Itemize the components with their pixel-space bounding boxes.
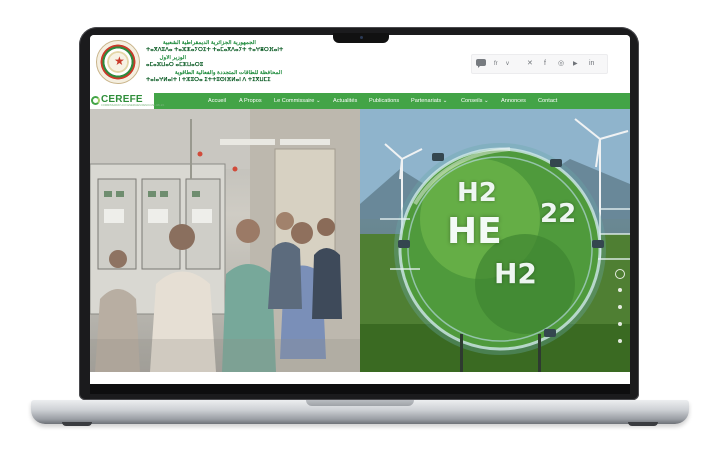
government-title: الجمهورية الجزائرية الديمقراطية الشعبية … — [146, 40, 336, 84]
gov-line: ⵜⴰⵏⴰⵖⵍⴰⵏⵜ ⵏ ⵜⵣⵓⵔⴰ ⵉⵜⵜⵓⵙⵏⴼⵍⴰⵏ ⴷ ⵜⵉⴳⵡⵎⵉ — [146, 77, 271, 84]
cerefe-logo[interactable]: CEREFE COMMISSARIAT AUX ENERGIES RENOUVE… — [90, 93, 164, 109]
language-selector[interactable]: fr — [494, 59, 498, 69]
nav-item-accueil[interactable]: Accueil — [208, 97, 226, 105]
nav-item-actualites[interactable]: Actualités — [333, 97, 357, 105]
facility-visit-illustration — [90, 109, 360, 372]
h2-bottom-label: H2 — [494, 257, 537, 290]
laptop-screen: ★ الجمهورية الجزائرية الديمقراطية الشعبي… — [90, 35, 630, 384]
laptop-foot — [62, 422, 92, 426]
nav-item-a-propos[interactable]: A Propos — [239, 97, 262, 105]
nav-item-conseils[interactable]: Conseils ⌄ — [461, 97, 489, 105]
logo-ring-icon — [91, 96, 100, 105]
gov-line: ⵜⴰⴳⴷⵓⴷⴰ ⵜⴰⵣⵣⴰⵢⵔⵉⵜ ⵜⴰⵎⴰⴳⴷⴰⵢⵜ ⵜⴰⵖⴻⵔⴼⴰⵏⵜ — [146, 47, 284, 54]
gov-line: ⴰⵎⴰⵣⵡⴰⵔ ⴰⵎⵣⵡⴰⵔⵓ — [146, 62, 204, 69]
laptop-foot — [628, 422, 658, 426]
facebook-icon[interactable]: f — [544, 59, 546, 69]
logo-subtitle: COMMISSARIAT AUX ENERGIES RENOUVELABLES — [101, 104, 165, 107]
camera-notch — [333, 33, 389, 43]
slider-dot[interactable] — [618, 322, 622, 326]
h2-top-label: H2 — [457, 178, 497, 208]
site-header: ★ الجمهورية الجزائرية الديمقراطية الشعبي… — [90, 35, 630, 93]
nav-item-publications[interactable]: Publications — [369, 97, 399, 105]
algeria-emblem-logo[interactable]: ★ — [96, 40, 140, 84]
gov-line: المحافظة للطاقات المتجددة والفعالية الطا… — [174, 69, 282, 76]
youtube-icon[interactable]: ▶ — [573, 59, 578, 69]
product-mockup: ★ الجمهورية الجزائرية الديمقراطية الشعبي… — [0, 0, 720, 455]
camera-icon — [360, 36, 363, 39]
h2-badge-label: 22 — [540, 199, 577, 229]
he-label: HE — [447, 211, 502, 252]
chevron-down-icon[interactable]: v — [506, 59, 509, 69]
nav-item-annonces[interactable]: Annonces — [501, 97, 526, 105]
gov-line: الجمهورية الجزائرية الديمقراطية الشعبية — [162, 40, 256, 46]
instagram-icon[interactable]: ◎ — [558, 59, 564, 69]
hero-photo-visit — [90, 109, 360, 372]
nav-item-contact[interactable]: Contact — [538, 97, 557, 105]
slider-dots — [615, 269, 625, 359]
slider-dot[interactable] — [615, 269, 625, 279]
gov-line: الوزير الأول — [159, 54, 186, 61]
nav-item-partenariats[interactable]: Partenariats ⌄ — [411, 97, 447, 105]
laptop-opening-groove — [306, 400, 414, 406]
screen-chin — [90, 384, 630, 394]
chat-bubble-icon[interactable] — [476, 59, 487, 69]
nav-item-le-commissaire[interactable]: Le Commissaire ⌄ — [274, 97, 321, 105]
hero-hydrogen-visual: H2 HE H2 22 — [360, 109, 630, 372]
linkedin-icon[interactable]: in — [589, 59, 594, 69]
star-icon: ★ — [114, 54, 125, 68]
slider-dot[interactable] — [618, 339, 622, 343]
x-icon[interactable]: ✕ — [527, 59, 533, 69]
slider-dot[interactable] — [618, 305, 622, 309]
main-nav: CEREFE COMMISSARIAT AUX ENERGIES RENOUVE… — [90, 93, 630, 109]
content-start — [90, 372, 630, 384]
slider-dot[interactable] — [618, 288, 622, 292]
hero-slider[interactable]: H2 HE H2 22 — [90, 109, 630, 372]
header-toolbar: fr v ✕ f ◎ ▶ in — [471, 54, 608, 74]
